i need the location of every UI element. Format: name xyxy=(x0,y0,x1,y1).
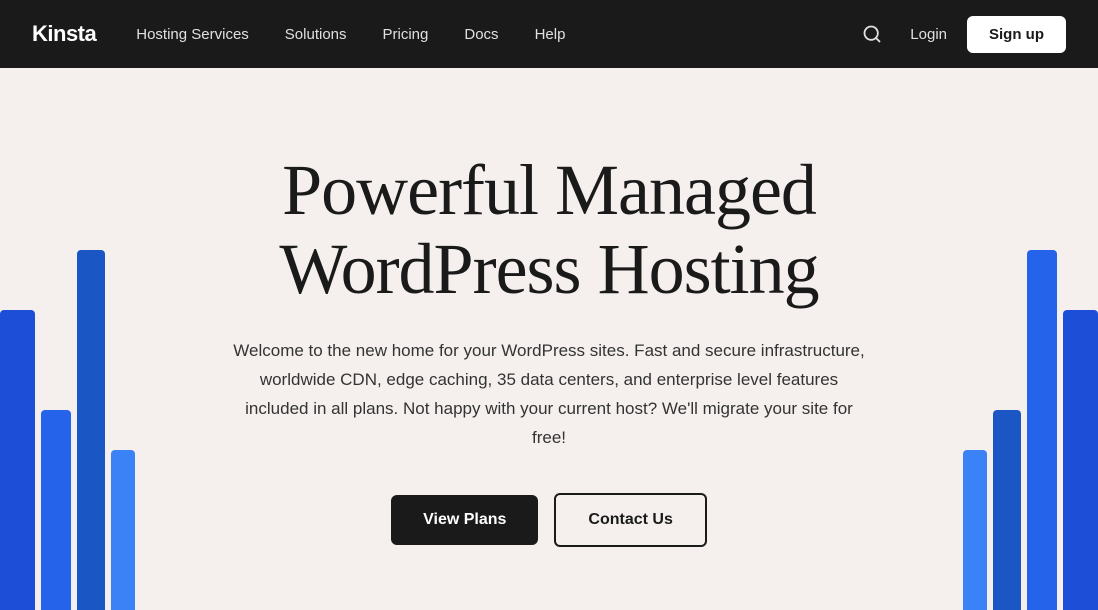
contact-us-button[interactable]: Contact Us xyxy=(554,493,706,547)
nav-links: Hosting Services Solutions Pricing Docs … xyxy=(136,26,565,43)
logo[interactable]: Kinsta xyxy=(32,21,96,47)
nav-solutions[interactable]: Solutions xyxy=(285,26,347,43)
navbar-right: Login Sign up xyxy=(854,16,1066,53)
hero-section: Powerful Managed WordPress Hosting Welco… xyxy=(0,68,1098,610)
hero-title: Powerful Managed WordPress Hosting xyxy=(149,151,949,309)
nav-pricing[interactable]: Pricing xyxy=(383,26,429,43)
navbar: Kinsta Hosting Services Solutions Pricin… xyxy=(0,0,1098,68)
pillar-left-4 xyxy=(111,450,135,610)
nav-docs[interactable]: Docs xyxy=(464,26,498,43)
nav-help[interactable]: Help xyxy=(535,26,566,43)
navbar-left: Kinsta Hosting Services Solutions Pricin… xyxy=(32,21,565,47)
pillar-left-2 xyxy=(41,410,71,610)
nav-hosting-services[interactable]: Hosting Services xyxy=(136,26,249,43)
hero-buttons: View Plans Contact Us xyxy=(391,493,707,547)
pillar-right-3 xyxy=(993,410,1021,610)
pillar-right-4 xyxy=(963,450,987,610)
signup-button[interactable]: Sign up xyxy=(967,16,1066,53)
search-button[interactable] xyxy=(854,16,890,52)
hero-subtitle: Welcome to the new home for your WordPre… xyxy=(229,337,869,453)
right-pillars xyxy=(963,250,1098,610)
pillar-right-1 xyxy=(1063,310,1098,610)
left-pillars xyxy=(0,250,135,610)
search-icon xyxy=(862,24,882,44)
pillar-left-3 xyxy=(77,250,105,610)
login-button[interactable]: Login xyxy=(910,26,947,43)
view-plans-button[interactable]: View Plans xyxy=(391,495,538,545)
pillar-right-2 xyxy=(1027,250,1057,610)
pillar-left-1 xyxy=(0,310,35,610)
